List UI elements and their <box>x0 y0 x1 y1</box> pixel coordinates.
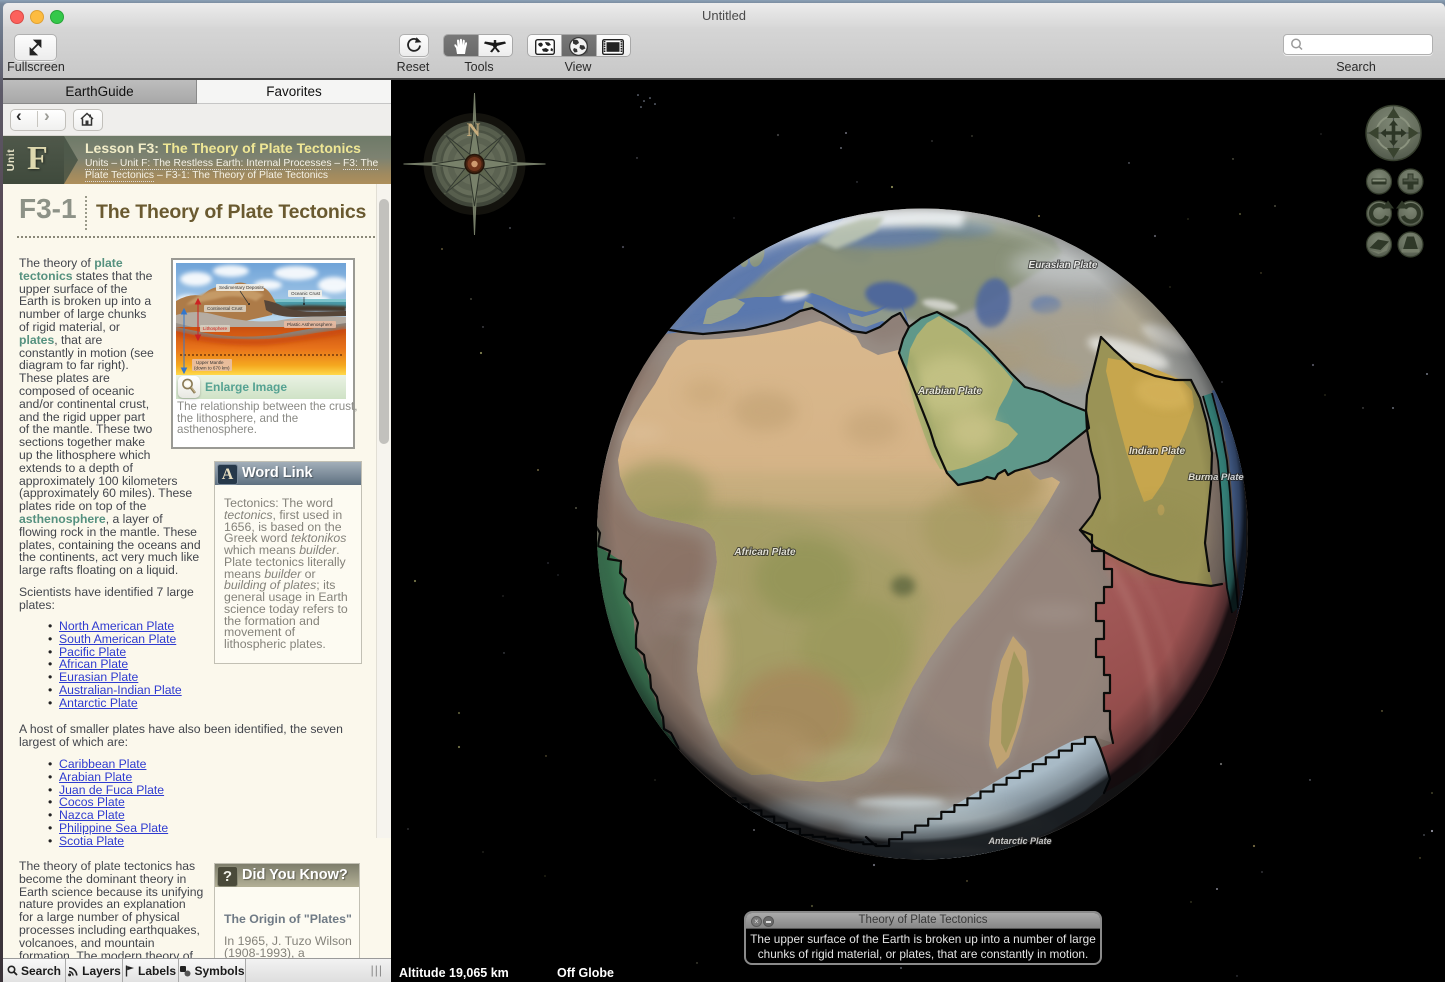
svg-text:Oceanic Crust: Oceanic Crust <box>291 291 321 296</box>
svg-text:Continental Crust: Continental Crust <box>207 306 243 311</box>
svg-text:African Plate: African Plate <box>733 547 796 558</box>
svg-text:Sedimentary Deposits: Sedimentary Deposits <box>219 285 265 290</box>
svg-text:Lithosphere: Lithosphere <box>203 326 227 331</box>
svg-text:Eurasian Plate: Eurasian Plate <box>1029 260 1098 271</box>
svg-text:Burma Plate: Burma Plate <box>1188 472 1244 483</box>
svg-text:(down to 670 km): (down to 670 km) <box>194 366 230 371</box>
svg-text:Indian Plate: Indian Plate <box>1129 446 1186 457</box>
svg-text:Antarctic Plate: Antarctic Plate <box>987 836 1051 846</box>
svg-text:N: N <box>467 120 481 141</box>
svg-text:Upper Mantle: Upper Mantle <box>196 360 224 365</box>
svg-text:Plastic Asthenosphere: Plastic Asthenosphere <box>287 322 333 327</box>
svg-text:Arabian Plate: Arabian Plate <box>917 386 982 397</box>
